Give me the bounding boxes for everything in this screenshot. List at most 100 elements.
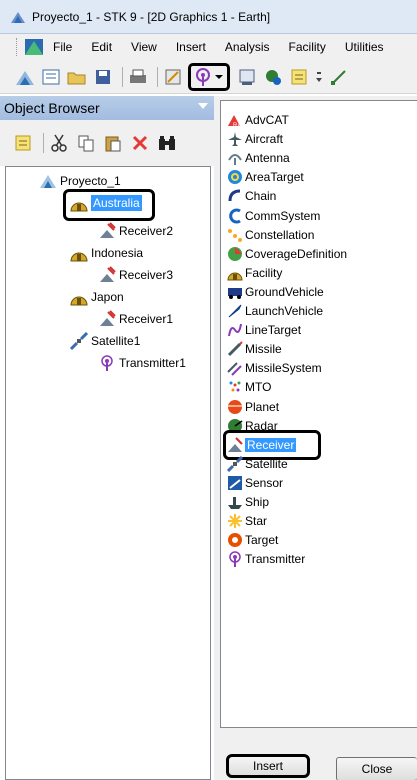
object-type-label: AdvCAT xyxy=(245,113,289,127)
menu-utilities[interactable]: Utilities xyxy=(345,40,384,54)
object-type-launchvehicle[interactable]: LaunchVehicle xyxy=(227,302,323,320)
object-type-facility[interactable]: Facility xyxy=(227,264,282,282)
object-type-aircraft[interactable]: Aircraft xyxy=(227,130,283,148)
menu-edit[interactable]: Edit xyxy=(91,40,112,54)
object-browser-header: Object Browser xyxy=(0,96,214,120)
object-type-missilesystem[interactable]: MissileSystem xyxy=(227,359,322,377)
tree-item-transmitter1[interactable]: Transmitter1 xyxy=(98,353,186,373)
open-folder-icon[interactable] xyxy=(66,66,88,88)
tree-label: Receiver1 xyxy=(119,312,174,326)
mto-icon xyxy=(227,379,243,395)
object-type-label: Constellation xyxy=(245,227,315,242)
tree-root[interactable]: Proyecto_1 xyxy=(39,171,121,191)
object-type-label: Planet xyxy=(245,399,280,414)
receiver-icon xyxy=(98,266,116,284)
chevron-down-icon[interactable] xyxy=(198,103,208,109)
tree-item-receiver2[interactable]: Receiver2 xyxy=(98,221,173,241)
menu-view[interactable]: View xyxy=(131,40,157,54)
svg-text:RA: RA xyxy=(233,123,241,128)
object-tree[interactable]: Proyecto_1 Australia Receiver2 Indonesia… xyxy=(5,166,211,780)
object-type-advcat[interactable]: RA AdvCAT xyxy=(227,111,289,129)
ship-icon xyxy=(227,494,243,510)
find-binoculars-icon[interactable] xyxy=(156,132,178,154)
missilesystem-icon xyxy=(227,360,243,377)
line-tool-icon[interactable] xyxy=(328,66,350,88)
object-type-sensor[interactable]: Sensor xyxy=(227,474,283,492)
chevron-down-icon xyxy=(215,74,223,79)
object-type-commsystem[interactable]: CommSystem xyxy=(227,207,320,225)
toolbar-separator xyxy=(43,133,44,153)
groundvehicle-icon xyxy=(227,284,243,300)
window-title: Proyecto_1 - STK 9 - [2D Graphics 1 - Ea… xyxy=(32,9,271,24)
insert-object-dropdown[interactable] xyxy=(188,62,230,91)
linetarget-icon xyxy=(227,322,243,338)
toolbar-overflow-icon[interactable] xyxy=(314,66,324,88)
missile-icon xyxy=(227,341,243,357)
delete-icon[interactable] xyxy=(129,132,151,154)
facility-icon xyxy=(70,244,88,262)
tree-item-indonesia[interactable]: Indonesia xyxy=(70,243,143,263)
menu-file[interactable]: File xyxy=(53,40,72,54)
object-type-label: Antenna xyxy=(245,151,290,166)
insert-object-dialog: RA AdvCAT Aircraft Antenna AreaTarget Chain Co… xyxy=(220,96,417,780)
object-type-satellite[interactable]: Satellite xyxy=(227,455,288,473)
save-icon[interactable] xyxy=(92,66,114,88)
object-type-star[interactable]: Star xyxy=(227,512,267,530)
target-icon xyxy=(227,532,243,548)
globe-tool-icon[interactable] xyxy=(262,66,284,88)
object-type-label: Missile xyxy=(245,342,282,357)
object-type-label: Ship xyxy=(245,495,270,509)
toolbar-separator xyxy=(122,66,123,87)
object-type-areatarget[interactable]: AreaTarget xyxy=(227,168,304,186)
object-browser-toolbar xyxy=(0,120,214,166)
stk-app-icon xyxy=(11,11,25,23)
object-type-planet[interactable]: Planet xyxy=(227,398,279,416)
menu-analysis[interactable]: Analysis xyxy=(225,40,270,54)
tree-item-receiver1[interactable]: Receiver1 xyxy=(98,309,173,329)
tree-item-satellite1[interactable]: Satellite1 xyxy=(70,331,140,351)
notes-icon[interactable] xyxy=(288,66,310,88)
tree-label: Receiver3 xyxy=(119,268,174,282)
tree-label: Satellite1 xyxy=(91,334,141,348)
chain-icon xyxy=(227,188,243,204)
menu-insert[interactable]: Insert xyxy=(176,40,206,54)
object-type-transmitter[interactable]: Transmitter xyxy=(227,550,305,568)
insert-button[interactable]: Insert xyxy=(226,754,310,778)
menu-facility[interactable]: Facility xyxy=(289,40,326,54)
object-type-target[interactable]: Target xyxy=(227,531,278,549)
sensor-icon xyxy=(227,475,243,491)
object-type-coveragedefinition[interactable]: CoverageDefinition xyxy=(227,245,347,263)
launchvehicle-icon xyxy=(227,303,243,319)
report-icon[interactable] xyxy=(236,66,258,88)
new-scenario-icon[interactable] xyxy=(14,66,36,88)
object-type-groundvehicle[interactable]: GroundVehicle xyxy=(227,283,324,301)
object-type-missile[interactable]: Missile xyxy=(227,340,282,358)
advcat-icon: RA xyxy=(227,112,243,128)
cut-icon[interactable] xyxy=(48,132,70,154)
properties-icon[interactable] xyxy=(12,132,34,154)
receiver-icon xyxy=(98,222,116,240)
toolbar-separator xyxy=(157,66,158,87)
facility-icon xyxy=(227,265,243,281)
sensor-tool-icon[interactable] xyxy=(162,66,184,88)
object-type-mto[interactable]: MTO xyxy=(227,378,271,396)
object-type-constellation[interactable]: Constellation xyxy=(227,226,314,244)
properties-icon[interactable] xyxy=(40,66,62,88)
object-type-chain[interactable]: Chain xyxy=(227,187,276,205)
main-toolbar xyxy=(0,60,417,94)
object-type-ship[interactable]: Ship xyxy=(227,493,269,511)
object-type-label: CoverageDefinition xyxy=(245,246,348,261)
paste-icon[interactable] xyxy=(102,132,124,154)
print-icon[interactable] xyxy=(127,66,149,88)
object-type-list[interactable]: RA AdvCAT Aircraft Antenna AreaTarget Chain Co… xyxy=(220,100,417,728)
coveragedefinition-icon xyxy=(227,246,243,262)
areatarget-icon xyxy=(227,169,243,185)
object-type-antenna[interactable]: Antenna xyxy=(227,149,290,167)
tree-item-receiver3[interactable]: Receiver3 xyxy=(98,265,173,285)
object-type-linetarget[interactable]: LineTarget xyxy=(227,321,301,339)
tree-label: Indonesia xyxy=(91,246,144,260)
close-button[interactable]: Close xyxy=(336,757,417,780)
copy-icon[interactable] xyxy=(75,132,97,154)
tree-item-japon[interactable]: Japon xyxy=(70,287,124,307)
object-type-label: Transmitter xyxy=(245,552,306,567)
